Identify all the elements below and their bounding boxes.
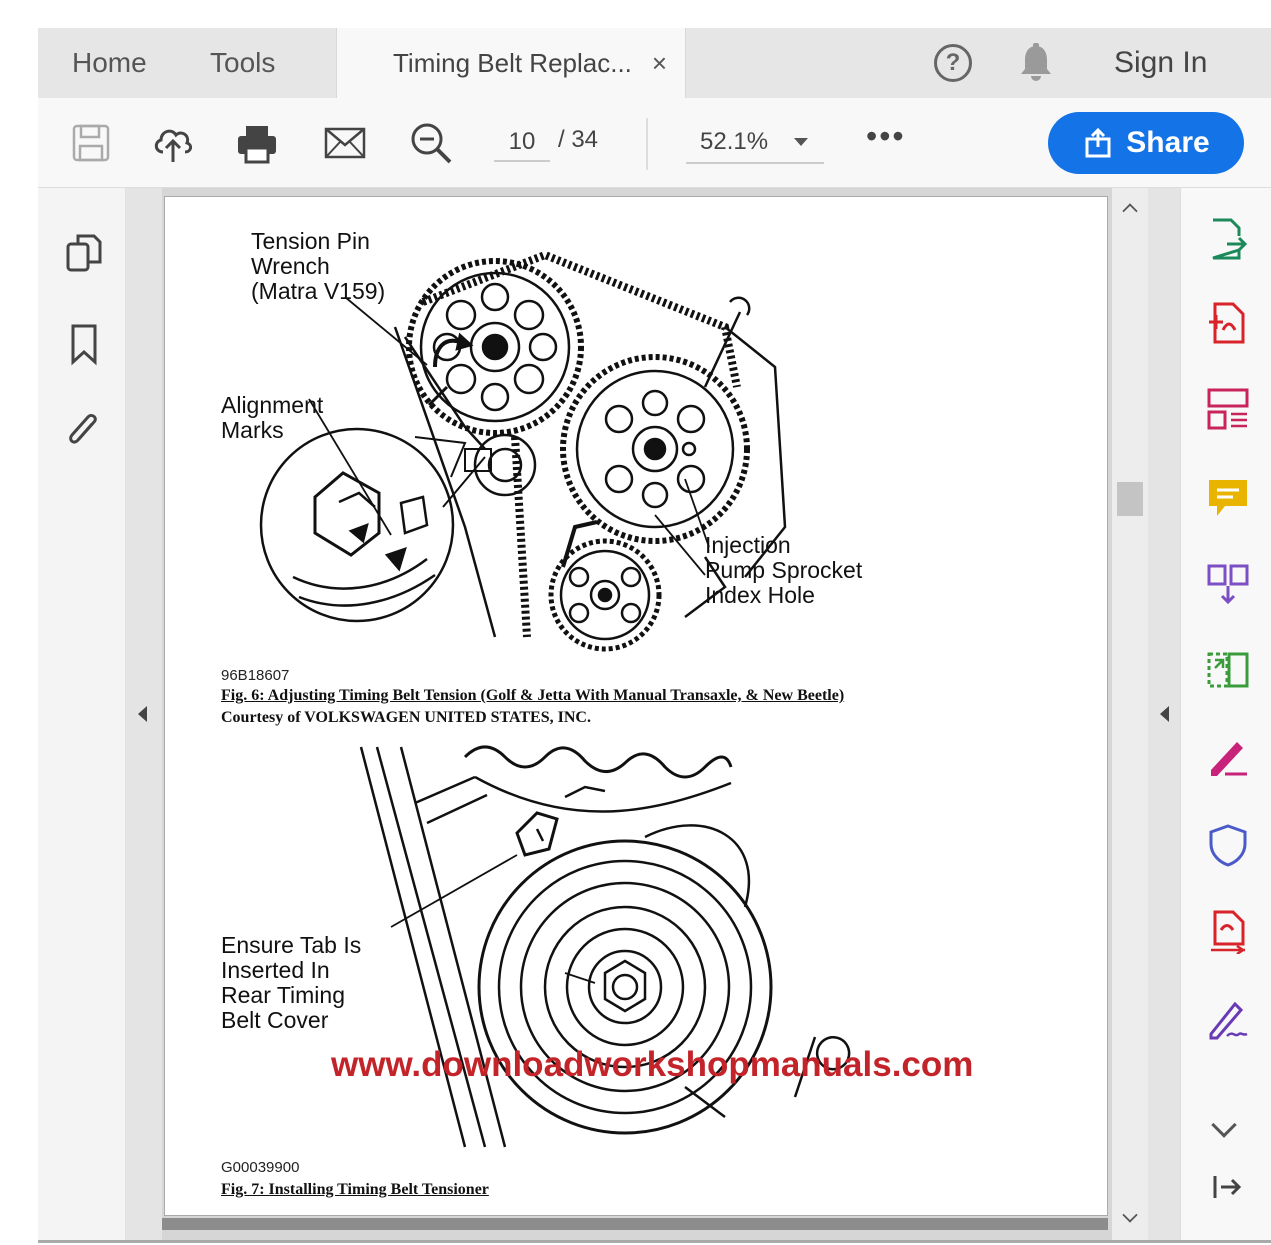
figure-6-courtesy: Courtesy of VOLKSWAGEN UNITED STATES, IN…: [221, 709, 591, 726]
tab-document-title: Timing Belt Replac...: [393, 47, 632, 78]
label-ensure-tab: Ensure Tab Is Inserted In Rear Timing Be…: [221, 932, 362, 1033]
create-pdf-icon[interactable]: [1205, 300, 1251, 346]
attachment-icon[interactable]: [64, 410, 104, 454]
share-icon: [1085, 127, 1111, 158]
tools-rail: [1180, 188, 1271, 1242]
scroll-up-icon[interactable]: [1122, 203, 1138, 219]
document-viewport[interactable]: Tension Pin Wrench (Matra V159) Alignmen…: [162, 188, 1112, 1242]
figure-6-caption: Fig. 6: Adjusting Timing Belt Tension (G…: [221, 687, 845, 704]
share-label: Share: [1126, 126, 1210, 159]
scroll-down-icon[interactable]: [1122, 1207, 1138, 1223]
help-icon[interactable]: ?: [934, 44, 972, 82]
protect-shield-icon[interactable]: [1205, 822, 1251, 868]
close-icon[interactable]: ×: [652, 48, 667, 79]
fill-sign-icon[interactable]: [1205, 734, 1251, 780]
right-panel-toggle[interactable]: [1148, 188, 1180, 1242]
page-thumbnails-icon[interactable]: [64, 232, 104, 276]
email-icon[interactable]: [322, 120, 368, 166]
tab-bar: Home Tools Timing Belt Replac... × ? Sig…: [38, 28, 1271, 98]
chevron-left-icon: [1160, 706, 1169, 722]
pdf-page: Tension Pin Wrench (Matra V159) Alignmen…: [164, 196, 1108, 1216]
expand-panel-icon[interactable]: [1211, 1172, 1243, 1202]
zoom-select[interactable]: 52.1%: [686, 124, 824, 164]
upload-cloud-icon[interactable]: [150, 120, 196, 166]
combine-files-icon[interactable]: [1205, 560, 1251, 606]
compress-pdf-icon[interactable]: [1205, 646, 1251, 692]
label-injection-pump-sprocket: Injection Pump Sprocket Index Hole: [705, 532, 863, 608]
tab-home[interactable]: Home: [72, 28, 147, 98]
save-icon[interactable]: [68, 120, 114, 166]
figure-6-code: 96B18607: [221, 667, 290, 684]
page-separator: [162, 1218, 1108, 1230]
bookmark-icon[interactable]: [64, 322, 104, 366]
request-signature-icon[interactable]: [1205, 996, 1251, 1042]
export-pdf-red-icon[interactable]: [1205, 908, 1251, 954]
chevron-down-icon[interactable]: [1211, 1112, 1237, 1138]
window-bottom-edge: [38, 1240, 1271, 1243]
export-pdf-icon[interactable]: [1205, 216, 1251, 262]
comment-icon[interactable]: [1205, 474, 1251, 520]
app-window: Home Tools Timing Belt Replac... × ? Sig…: [38, 28, 1271, 1242]
toolbar-divider: [646, 118, 648, 170]
chevron-down-icon: [794, 138, 808, 146]
zoom-out-icon[interactable]: [408, 120, 454, 166]
label-alignment-marks: Alignment Marks: [221, 392, 324, 443]
tab-tools[interactable]: Tools: [210, 28, 275, 98]
print-icon[interactable]: [234, 120, 280, 166]
label-tension-pin-wrench: Tension Pin Wrench (Matra V159): [251, 228, 386, 304]
page-number-input[interactable]: 10: [494, 124, 550, 162]
toolbar: 10 / 34 52.1% ••• Share: [38, 98, 1271, 188]
watermark: www.downloadworkshopmanuals.com: [331, 1045, 974, 1084]
more-options-button[interactable]: •••: [866, 118, 906, 155]
page-total: / 34: [558, 126, 599, 153]
sign-in-link[interactable]: Sign In: [1114, 28, 1207, 98]
figure-7-caption: Fig. 7: Installing Timing Belt Tensioner: [221, 1181, 489, 1198]
left-panel-toggle[interactable]: [126, 188, 162, 1242]
left-navigation-rail: [38, 188, 126, 1242]
zoom-value: 52.1%: [700, 128, 769, 155]
scrollbar-thumb[interactable]: [1117, 482, 1143, 516]
figure-7-code: G00039900: [221, 1159, 300, 1176]
chevron-left-icon: [138, 706, 147, 722]
vertical-scrollbar[interactable]: [1112, 188, 1148, 1242]
tab-document[interactable]: Timing Belt Replac... ×: [336, 28, 686, 98]
share-button[interactable]: Share: [1048, 112, 1244, 174]
bell-icon[interactable]: [1016, 42, 1056, 84]
organize-pages-icon[interactable]: [1205, 386, 1251, 432]
